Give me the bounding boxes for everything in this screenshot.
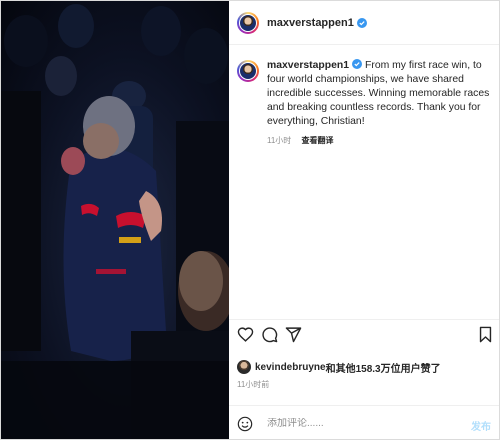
likes-summary[interactable]: kevindebruyne 和其他158.3万位用户赞了 [237,358,441,376]
caption-text-block: maxverstappen1 From my first race win, to… [267,59,493,129]
caption-username[interactable]: maxverstappen1 [267,60,349,71]
liker-avatar[interactable] [237,360,251,374]
emoji-icon[interactable] [237,416,253,432]
action-bar [229,319,499,349]
caption-time: 11小时 [267,136,292,145]
photo-illustration [1,4,229,439]
liker-username[interactable]: kevindebruyne [255,362,326,373]
comment-icon[interactable] [261,326,278,343]
caption-avatar[interactable] [237,60,259,82]
post-photo[interactable] [1,1,229,439]
post-caption: maxverstappen1 From my first race win, to… [237,59,495,146]
post-details-pane: maxverstappen1 maxverstappen1 From my fir… [229,1,499,439]
heart-icon[interactable] [237,326,254,343]
author-avatar[interactable] [237,11,259,34]
post-comment-button[interactable]: 发布 [471,418,491,433]
post-header: maxverstappen1 [229,1,499,45]
caption-body: maxverstappen1 From my first race win, to… [267,59,493,146]
verified-badge-icon [356,17,367,28]
instagram-post-view: maxverstappen1 maxverstappen1 From my fir… [0,0,500,440]
author-username[interactable]: maxverstappen1 [267,17,354,29]
bookmark-icon[interactable] [477,326,494,343]
post-timestamp: 11小时前 [237,380,270,389]
verified-badge-icon [352,59,363,69]
likes-count-text: 和其他158.3万位用户赞了 [325,363,441,375]
see-translation-link[interactable]: 查看翻译 [302,136,334,145]
comment-input[interactable] [267,418,467,429]
caption-meta: 11小时 查看翻译 [267,135,493,146]
comment-bar: 发布 [229,405,499,439]
share-icon[interactable] [285,326,302,343]
